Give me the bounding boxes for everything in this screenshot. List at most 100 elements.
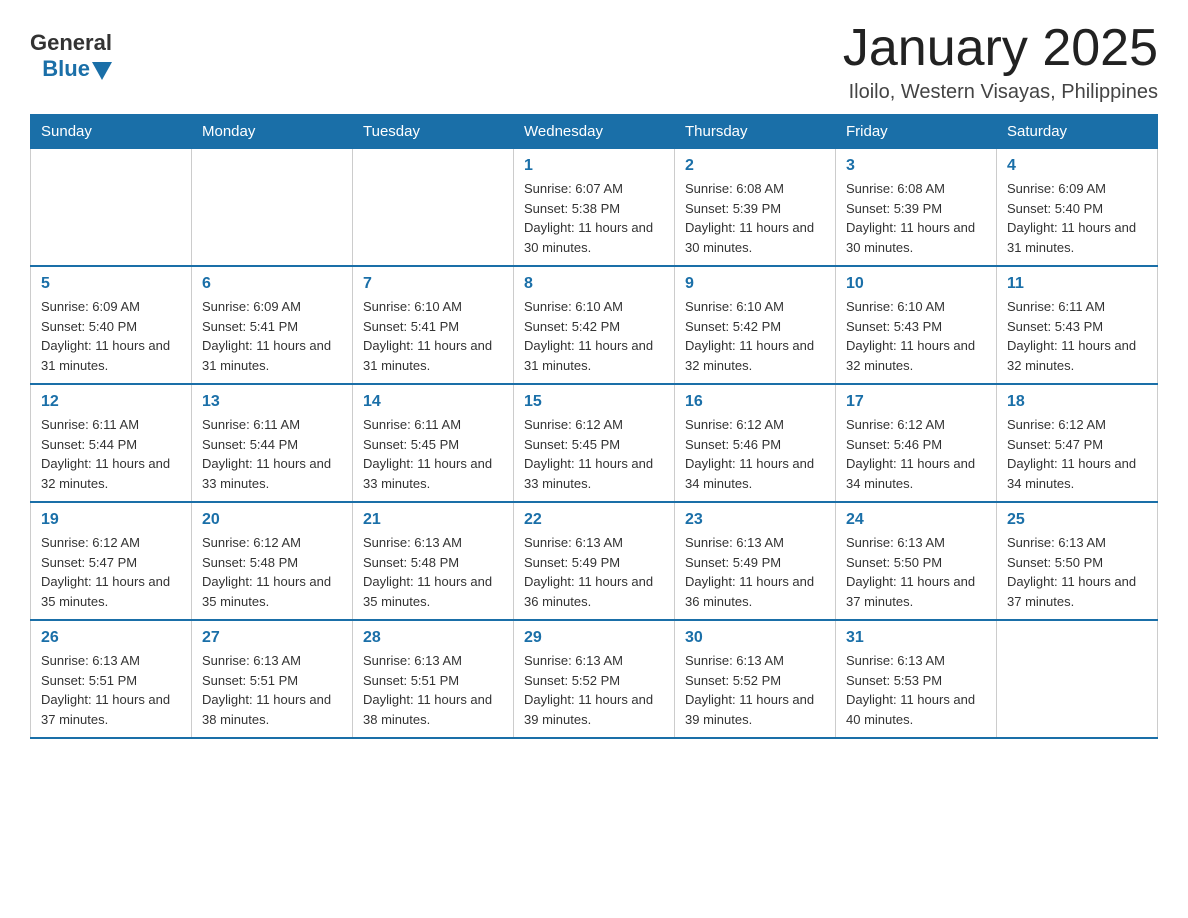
weekday-header-row: Sunday Monday Tuesday Wednesday Thursday… — [31, 115, 1158, 149]
day-info: Sunrise: 6:09 AMSunset: 5:40 PMDaylight:… — [1007, 179, 1147, 257]
day-number: 3 — [846, 157, 986, 175]
table-row: 3 Sunrise: 6:08 AMSunset: 5:39 PMDaylight… — [836, 149, 997, 267]
day-number: 11 — [1007, 275, 1147, 293]
table-row: 25 Sunrise: 6:13 AMSunset: 5:50 PMDayligh… — [997, 502, 1158, 620]
day-info: Sunrise: 6:13 AMSunset: 5:52 PMDaylight:… — [685, 651, 825, 729]
calendar-week-row: 1Sunrise: 6:07 AMSunset: 5:38 PMDaylight… — [31, 149, 1158, 267]
day-number: 26 — [41, 629, 181, 647]
table-row: 1Sunrise: 6:07 AMSunset: 5:38 PMDaylight… — [514, 149, 675, 267]
day-info: Sunrise: 6:12 AMSunset: 5:46 PMDaylight:… — [846, 415, 986, 493]
header-thursday: Thursday — [675, 115, 836, 149]
day-info: Sunrise: 6:10 AMSunset: 5:41 PMDaylight:… — [363, 297, 503, 375]
table-row — [192, 149, 353, 267]
table-row: 10 Sunrise: 6:10 AMSunset: 5:43 PMDayligh… — [836, 266, 997, 384]
header-wednesday: Wednesday — [514, 115, 675, 149]
logo: General Blue — [30, 30, 112, 82]
calendar-week-row: 12 Sunrise: 6:11 AMSunset: 5:44 PMDayligh… — [31, 384, 1158, 502]
table-row: 29 Sunrise: 6:13 AMSunset: 5:52 PMDayligh… — [514, 620, 675, 738]
table-row: 31 Sunrise: 6:13 AMSunset: 5:53 PMDayligh… — [836, 620, 997, 738]
day-info: Sunrise: 6:12 AMSunset: 5:46 PMDaylight:… — [685, 415, 825, 493]
table-row: 21 Sunrise: 6:13 AMSunset: 5:48 PMDayligh… — [353, 502, 514, 620]
table-row: 23 Sunrise: 6:13 AMSunset: 5:49 PMDayligh… — [675, 502, 836, 620]
header-tuesday: Tuesday — [353, 115, 514, 149]
logo-general-text: General — [30, 30, 112, 56]
logo-blue-text: Blue — [42, 56, 90, 82]
day-info: Sunrise: 6:11 AMSunset: 5:44 PMDaylight:… — [41, 415, 181, 493]
table-row: 4 Sunrise: 6:09 AMSunset: 5:40 PMDaylight… — [997, 149, 1158, 267]
table-row: 27 Sunrise: 6:13 AMSunset: 5:51 PMDayligh… — [192, 620, 353, 738]
day-number: 2 — [685, 157, 825, 175]
day-number: 9 — [685, 275, 825, 293]
day-info: Sunrise: 6:11 AMSunset: 5:43 PMDaylight:… — [1007, 297, 1147, 375]
day-number: 10 — [846, 275, 986, 293]
table-row: 7 Sunrise: 6:10 AMSunset: 5:41 PMDaylight… — [353, 266, 514, 384]
day-number: 7 — [363, 275, 503, 293]
table-row: 30Sunrise: 6:13 AMSunset: 5:52 PMDayligh… — [675, 620, 836, 738]
day-number: 21 — [363, 511, 503, 529]
day-number: 31 — [846, 629, 986, 647]
table-row: 5Sunrise: 6:09 AMSunset: 5:40 PMDaylight… — [31, 266, 192, 384]
day-info: Sunrise: 6:13 AMSunset: 5:53 PMDaylight:… — [846, 651, 986, 729]
day-number: 12 — [41, 393, 181, 411]
table-row: 9Sunrise: 6:10 AMSunset: 5:42 PMDaylight… — [675, 266, 836, 384]
day-info: Sunrise: 6:13 AMSunset: 5:51 PMDaylight:… — [202, 651, 342, 729]
day-info: Sunrise: 6:13 AMSunset: 5:52 PMDaylight:… — [524, 651, 664, 729]
day-info: Sunrise: 6:12 AMSunset: 5:45 PMDaylight:… — [524, 415, 664, 493]
table-row: 6Sunrise: 6:09 AMSunset: 5:41 PMDaylight… — [192, 266, 353, 384]
day-number: 15 — [524, 393, 664, 411]
calendar-week-row: 5Sunrise: 6:09 AMSunset: 5:40 PMDaylight… — [31, 266, 1158, 384]
table-row: 28 Sunrise: 6:13 AMSunset: 5:51 PMDayligh… — [353, 620, 514, 738]
header-monday: Monday — [192, 115, 353, 149]
month-title: January 2025 — [843, 20, 1158, 77]
table-row: 24 Sunrise: 6:13 AMSunset: 5:50 PMDayligh… — [836, 502, 997, 620]
day-info: Sunrise: 6:11 AMSunset: 5:44 PMDaylight:… — [202, 415, 342, 493]
day-info: Sunrise: 6:13 AMSunset: 5:51 PMDaylight:… — [363, 651, 503, 729]
day-number: 19 — [41, 511, 181, 529]
table-row: 11 Sunrise: 6:11 AMSunset: 5:43 PMDayligh… — [997, 266, 1158, 384]
day-number: 24 — [846, 511, 986, 529]
location-text: Iloilo, Western Visayas, Philippines — [843, 81, 1158, 104]
day-number: 14 — [363, 393, 503, 411]
day-info: Sunrise: 6:13 AMSunset: 5:50 PMDaylight:… — [1007, 533, 1147, 611]
calendar-week-row: 26 Sunrise: 6:13 AMSunset: 5:51 PMDayligh… — [31, 620, 1158, 738]
calendar-week-row: 19Sunrise: 6:12 AMSunset: 5:47 PMDayligh… — [31, 502, 1158, 620]
day-number: 17 — [846, 393, 986, 411]
day-number: 28 — [363, 629, 503, 647]
day-number: 23 — [685, 511, 825, 529]
table-row: 19Sunrise: 6:12 AMSunset: 5:47 PMDayligh… — [31, 502, 192, 620]
calendar-table: Sunday Monday Tuesday Wednesday Thursday… — [30, 114, 1158, 739]
day-number: 25 — [1007, 511, 1147, 529]
day-info: Sunrise: 6:13 AMSunset: 5:49 PMDaylight:… — [685, 533, 825, 611]
logo-triangle-icon — [92, 62, 112, 80]
day-number: 4 — [1007, 157, 1147, 175]
table-row: 14 Sunrise: 6:11 AMSunset: 5:45 PMDayligh… — [353, 384, 514, 502]
title-section: January 2025 Iloilo, Western Visayas, Ph… — [843, 20, 1158, 104]
day-info: Sunrise: 6:08 AMSunset: 5:39 PMDaylight:… — [846, 179, 986, 257]
day-info: Sunrise: 6:13 AMSunset: 5:48 PMDaylight:… — [363, 533, 503, 611]
header-saturday: Saturday — [997, 115, 1158, 149]
table-row: 16 Sunrise: 6:12 AMSunset: 5:46 PMDayligh… — [675, 384, 836, 502]
day-number: 20 — [202, 511, 342, 529]
day-info: Sunrise: 6:12 AMSunset: 5:48 PMDaylight:… — [202, 533, 342, 611]
day-info: Sunrise: 6:10 AMSunset: 5:43 PMDaylight:… — [846, 297, 986, 375]
table-row — [353, 149, 514, 267]
day-number: 29 — [524, 629, 664, 647]
day-number: 8 — [524, 275, 664, 293]
table-row: 20 Sunrise: 6:12 AMSunset: 5:48 PMDayligh… — [192, 502, 353, 620]
day-info: Sunrise: 6:12 AMSunset: 5:47 PMDaylight:… — [1007, 415, 1147, 493]
day-info: Sunrise: 6:11 AMSunset: 5:45 PMDaylight:… — [363, 415, 503, 493]
day-number: 16 — [685, 393, 825, 411]
header-friday: Friday — [836, 115, 997, 149]
day-info: Sunrise: 6:13 AMSunset: 5:51 PMDaylight:… — [41, 651, 181, 729]
table-row: 2Sunrise: 6:08 AMSunset: 5:39 PMDaylight… — [675, 149, 836, 267]
day-info: Sunrise: 6:13 AMSunset: 5:50 PMDaylight:… — [846, 533, 986, 611]
day-number: 5 — [41, 275, 181, 293]
day-number: 27 — [202, 629, 342, 647]
page-header: General Blue January 2025 Iloilo, Wester… — [30, 20, 1158, 104]
day-info: Sunrise: 6:13 AMSunset: 5:49 PMDaylight:… — [524, 533, 664, 611]
day-number: 13 — [202, 393, 342, 411]
day-info: Sunrise: 6:07 AMSunset: 5:38 PMDaylight:… — [524, 179, 664, 257]
day-info: Sunrise: 6:09 AMSunset: 5:41 PMDaylight:… — [202, 297, 342, 375]
table-row: 13 Sunrise: 6:11 AMSunset: 5:44 PMDayligh… — [192, 384, 353, 502]
header-sunday: Sunday — [31, 115, 192, 149]
